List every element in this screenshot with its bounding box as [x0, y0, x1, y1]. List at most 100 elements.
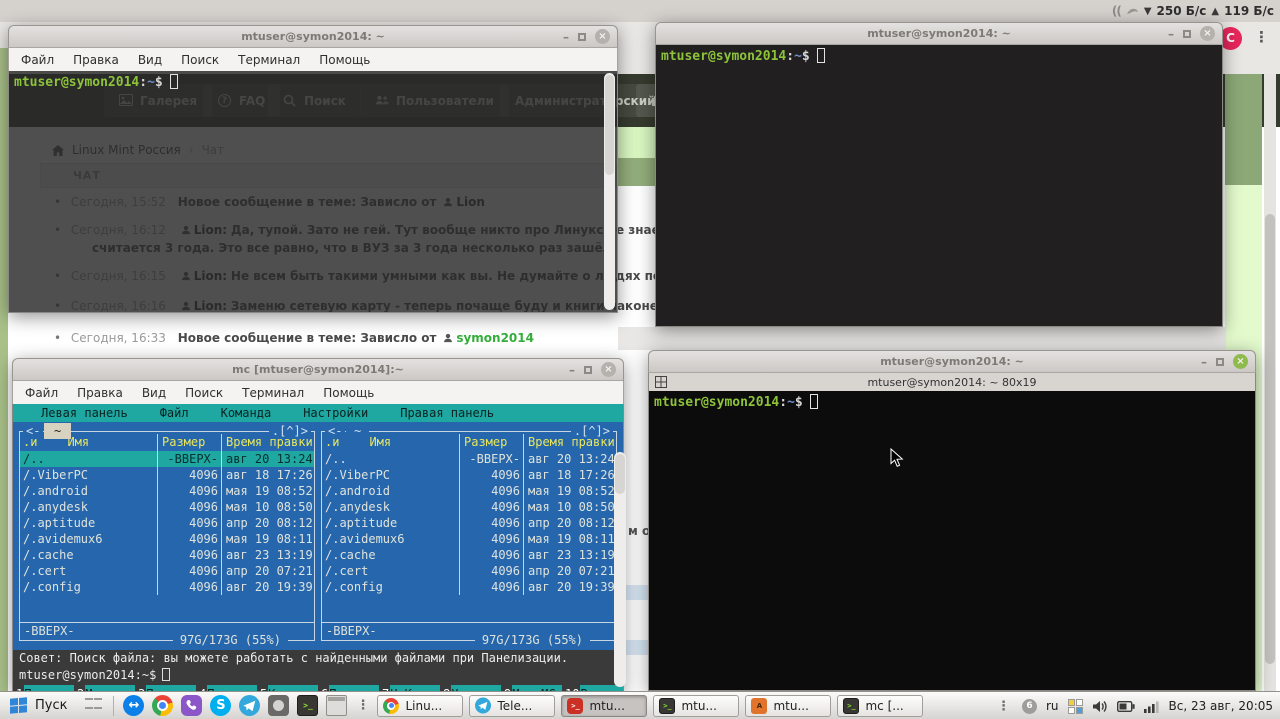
layout-switcher-icon[interactable]: [1067, 698, 1083, 714]
file-row[interactable]: /.anydesk 4096 мая 10 08:50: [322, 499, 616, 515]
telegram-icon[interactable]: [475, 697, 492, 714]
signal-bars-icon[interactable]: [1143, 700, 1160, 713]
terminal-tab-title[interactable]: mtuser@symon2014: ~ 80x19: [867, 376, 1036, 389]
file-row[interactable]: /.anydesk 4096 мая 10 08:50: [20, 499, 314, 515]
terminal-orange-icon[interactable]: A: [751, 697, 768, 714]
file-row[interactable]: /.cache 4096 авг 23 13:19: [322, 547, 616, 563]
minimize-button[interactable]: –: [569, 364, 575, 376]
terminal-dark-icon[interactable]: >_: [843, 697, 860, 714]
file-row[interactable]: /.android 4096 мая 19 08:52: [322, 483, 616, 499]
taskbar-window-button[interactable]: Linu...: [377, 694, 464, 717]
menu-item[interactable]: Терминал: [238, 53, 300, 67]
file-row[interactable]: /.android 4096 мая 19 08:52: [20, 483, 314, 499]
terminal-scrollbar[interactable]: [614, 452, 626, 687]
file-row[interactable]: /.cert 4096 апр 20 07:21: [322, 563, 616, 579]
restore-button[interactable]: [578, 32, 586, 41]
file-row[interactable]: /.aptitude 4096 апр 20 08:12: [20, 515, 314, 531]
menu-item[interactable]: Правка: [73, 53, 119, 67]
terminal-red-icon[interactable]: >_: [567, 697, 584, 714]
file-row[interactable]: /.avidemux6 4096 мая 19 08:11: [322, 531, 616, 547]
keyboard-layout[interactable]: ru: [1046, 699, 1059, 713]
file-row[interactable]: /.cache 4096 авг 23 13:19: [20, 547, 314, 563]
taskbar-window-button[interactable]: >_ mtu...: [653, 694, 740, 717]
file-mtime: апр 20 08:12: [523, 515, 616, 531]
file-row[interactable]: /.ViberPC 4096 авг 18 17:26: [20, 467, 314, 483]
screenshot-icon[interactable]: [268, 695, 290, 716]
taskbar-window-button[interactable]: A mtu...: [745, 694, 832, 717]
restore-button[interactable]: [1183, 29, 1191, 38]
menu-item[interactable]: Вид: [142, 386, 166, 400]
menu-item[interactable]: Вид: [138, 53, 162, 67]
restore-button[interactable]: [584, 365, 592, 374]
taskbar-handle-icon[interactable]: ⋮: [356, 698, 369, 713]
terminal-dark-icon[interactable]: >_: [297, 695, 319, 716]
file-row[interactable]: /.. -ВВЕРХ- авг 20 13:24: [20, 451, 314, 467]
skype-icon[interactable]: S: [210, 695, 232, 716]
terminal-tab-bar[interactable]: mtuser@symon2014: ~ 80x19: [648, 373, 1256, 391]
user-link[interactable]: symon2014: [456, 331, 534, 345]
clock[interactable]: Вс, 23 авг, 20:05: [1169, 699, 1273, 713]
close-button[interactable]: ×: [1233, 354, 1248, 369]
mc-menu-item[interactable]: Настройки: [303, 405, 368, 422]
chrome-icon[interactable]: [152, 695, 174, 716]
menu-item[interactable]: Поиск: [185, 386, 223, 400]
minimize-button[interactable]: –: [1168, 28, 1174, 40]
menu-item[interactable]: Помощь: [323, 386, 374, 400]
viber-icon[interactable]: [181, 695, 203, 716]
file-mtime: мая 19 08:52: [221, 483, 314, 499]
mc-menu-item[interactable]: Команда: [221, 405, 272, 422]
menu-item[interactable]: Правка: [77, 386, 123, 400]
menu-item[interactable]: Файл: [21, 53, 54, 67]
terminal-scrollbar[interactable]: [604, 73, 615, 310]
taskbar-window-button[interactable]: >_ mc [...: [837, 694, 924, 717]
teamviewer-icon[interactable]: ↔: [123, 695, 145, 716]
minimize-button[interactable]: –: [563, 31, 569, 43]
menu-item[interactable]: Поиск: [181, 53, 219, 67]
panel-path-tab[interactable]: ~: [44, 423, 72, 439]
terminal-screen[interactable]: mtuser@symon2014:~$: [655, 45, 1223, 327]
terminal-dark-icon[interactable]: >_: [659, 697, 676, 714]
minimize-button[interactable]: –: [1201, 356, 1207, 368]
file-row[interactable]: /.config 4096 авг 20 19:39: [322, 579, 616, 595]
file-row[interactable]: /.config 4096 авг 20 19:39: [20, 579, 314, 595]
show-desktop-icon[interactable]: [83, 695, 104, 716]
titlebar[interactable]: mtuser@symon2014: ~ – ×: [648, 350, 1256, 373]
panel-path[interactable]: ~: [346, 423, 370, 439]
terminal-window-icon[interactable]: [326, 695, 348, 716]
menu-item[interactable]: Помощь: [319, 53, 370, 67]
mc-menu-item[interactable]: Левая панель: [41, 405, 128, 422]
start-button[interactable]: Пуск: [0, 692, 79, 719]
titlebar[interactable]: mc [mtuser@symon2014]:~ – ×: [12, 358, 624, 381]
page-scrollbar[interactable]: [1264, 74, 1276, 691]
file-row[interactable]: /.aptitude 4096 апр 20 08:12: [322, 515, 616, 531]
mc-menu-item[interactable]: Файл: [160, 405, 189, 422]
terminal-screen[interactable]: mtuser@symon2014:~$: [8, 71, 618, 313]
titlebar[interactable]: mtuser@symon2014: ~ – ×: [655, 22, 1223, 45]
file-row[interactable]: /.ViberPC 4096 авг 18 17:26: [322, 467, 616, 483]
network-speed-applet[interactable]: (( ▼ 250 Б/с ▲ 119 Б/с: [1112, 0, 1274, 22]
mc-command-line[interactable]: mtuser@symon2014:~$: [13, 667, 623, 685]
taskbar-window-button[interactable]: >_ mtu...: [561, 694, 648, 717]
close-button[interactable]: ×: [1200, 26, 1215, 41]
restore-button[interactable]: [1216, 357, 1224, 366]
mc-menu-item[interactable]: Правая панель: [400, 405, 494, 422]
tabs-grid-icon[interactable]: [655, 376, 667, 388]
taskbar-window-button[interactable]: Tele...: [469, 694, 556, 717]
notification-badge[interactable]: 6: [1021, 698, 1037, 714]
telegram-icon[interactable]: [239, 695, 261, 716]
volume-icon[interactable]: [1092, 700, 1108, 713]
menu-item[interactable]: Терминал: [242, 386, 304, 400]
chrome-icon[interactable]: [383, 697, 400, 714]
tray-handle-icon[interactable]: ⋮: [997, 699, 1010, 714]
close-button[interactable]: ×: [595, 29, 610, 44]
file-row[interactable]: /.avidemux6 4096 мая 19 08:11: [20, 531, 314, 547]
battery-icon[interactable]: [1116, 700, 1135, 712]
terminal-screen[interactable]: mtuser@symon2014:~$: [648, 391, 1256, 691]
file-row[interactable]: /.. -ВВЕРХ- авг 20 13:24: [322, 451, 616, 467]
close-button[interactable]: ×: [601, 362, 616, 377]
browser-menu-icon[interactable]: ⋮: [1254, 24, 1269, 50]
message-body: Новое сообщение в теме: Зависло от symon…: [177, 331, 534, 345]
titlebar[interactable]: mtuser@symon2014: ~ – ×: [8, 25, 618, 48]
file-row[interactable]: /.cert 4096 апр 20 07:21: [20, 563, 314, 579]
menu-item[interactable]: Файл: [25, 386, 58, 400]
